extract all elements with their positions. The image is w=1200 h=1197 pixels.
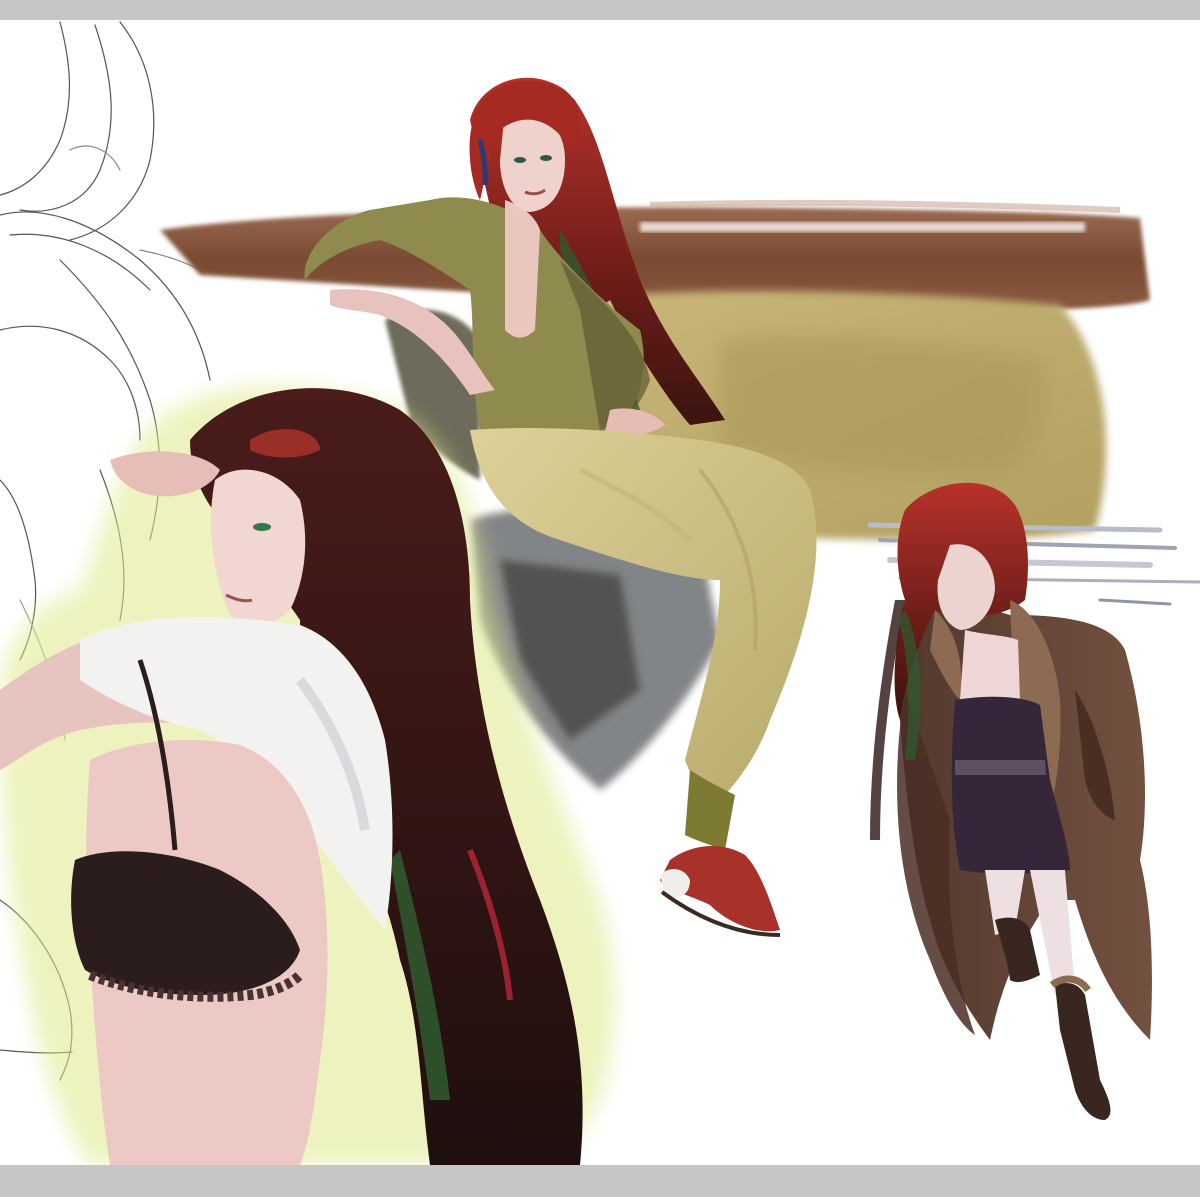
artwork-canvas [0, 0, 1200, 1197]
foreground-eye [253, 523, 271, 531]
seated-eye-left [514, 157, 526, 163]
sofa-back-highlight [640, 222, 1085, 232]
bottom-frame-band [0, 1165, 1200, 1197]
foreground-face [210, 469, 306, 626]
seated-eye-right [540, 155, 552, 161]
standing-belt [955, 760, 1046, 775]
standing-chest-skin [960, 630, 1020, 704]
sofa-seat-shadow [720, 336, 1044, 474]
seated-chest-skin [505, 200, 540, 338]
